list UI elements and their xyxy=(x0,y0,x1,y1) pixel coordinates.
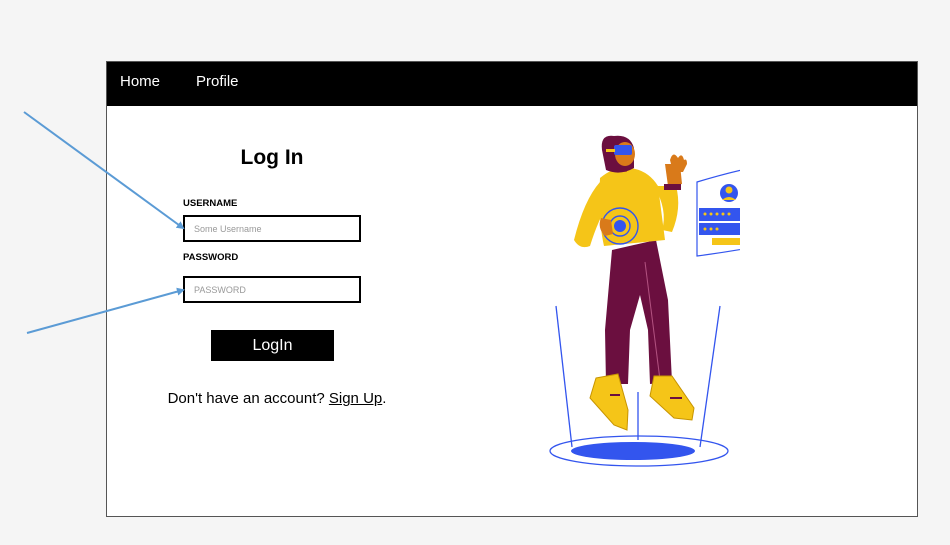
arrow-icon xyxy=(26,287,185,334)
annotation-arrows xyxy=(23,111,185,334)
arrow-icon xyxy=(23,111,185,230)
